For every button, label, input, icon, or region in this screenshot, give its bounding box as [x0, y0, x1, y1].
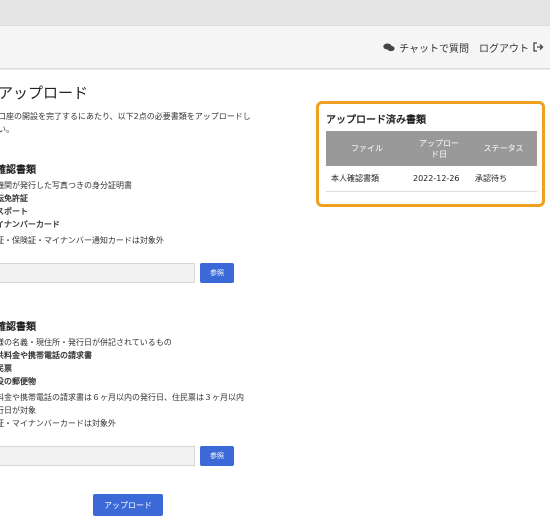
- logout-label: ログアウト: [479, 43, 529, 55]
- list-item: 共料金や携帯電話の請求書: [0, 351, 92, 360]
- section-address-note-2: 行日が対象: [0, 406, 36, 415]
- cell-file: 本人確認書類: [326, 166, 408, 192]
- uploaded-documents-title: アップロード済み書類: [326, 115, 426, 126]
- column-header-file: ファイル: [326, 131, 408, 166]
- column-header-date-line-2: ド日: [431, 149, 447, 159]
- logout-icon: [533, 42, 544, 52]
- table-header-row: ファイル アップロー ド日 ステータス: [326, 131, 537, 166]
- section-address: 確認書類 様の名義・現住所・発行日が併記されているもの 共料金や携帯電話の請求書…: [0, 318, 296, 430]
- list-item: イナンバーカード: [0, 220, 60, 229]
- section-identity: 確認書類 機関が発行した写真つきの身分証明書 転免許証 スポート イナンバーカー…: [0, 161, 296, 247]
- cell-date: 2022-12-26: [408, 166, 470, 192]
- address-file-field[interactable]: [0, 446, 195, 466]
- address-browse-button[interactable]: 参照: [200, 446, 234, 466]
- section-address-title: 確認書類: [0, 322, 36, 333]
- uploaded-documents-panel: アップロード済み書類 ファイル アップロー ド日 ステータス 本人確認書類 20…: [316, 101, 545, 207]
- section-address-desc: 様の名義・現住所・発行日が併記されているもの: [0, 338, 172, 347]
- intro-text: 口座の開設を完了するにあたり、以下2点の必要書類をアップロードし い。: [0, 110, 288, 136]
- main-content: アップロード 口座の開設を完了するにあたり、以下2点の必要書類をアップロードし …: [0, 70, 550, 525]
- uploaded-documents-table: ファイル アップロー ド日 ステータス 本人確認書類 2022-12-26 承認…: [326, 131, 537, 192]
- identity-file-field[interactable]: [0, 263, 195, 283]
- intro-line-1: 口座の開設を完了するにあたり、以下2点の必要書類をアップロードし: [0, 112, 251, 121]
- identity-browse-button[interactable]: 参照: [200, 263, 234, 283]
- list-item: 役の郵便物: [0, 377, 36, 386]
- column-header-date: アップロー ド日: [408, 131, 470, 166]
- section-identity-note: 証・保険証・マイナンバー通知カードは対象外: [0, 236, 164, 245]
- header-links: チャットで質問 ログアウト: [373, 26, 544, 68]
- table-row: 本人確認書類 2022-12-26 承認待ち: [326, 166, 537, 192]
- sub-header: チャットで質問 ログアウト: [0, 25, 550, 69]
- column-header-status: ステータス: [470, 131, 537, 166]
- list-item: 民票: [0, 364, 12, 373]
- chat-label: チャットで質問: [399, 43, 469, 55]
- intro-line-2: い。: [0, 125, 14, 134]
- section-address-note-1: 料金や携帯電話の請求書は６ヶ月以内の発行日、住民票は３ヶ月以内: [0, 393, 244, 402]
- logout-link[interactable]: ログアウト: [479, 40, 544, 55]
- cell-status: 承認待ち: [470, 166, 537, 192]
- page-title: アップロード: [0, 84, 89, 102]
- column-header-date-line-1: アップロー: [419, 138, 459, 148]
- upload-button[interactable]: アップロード: [93, 494, 163, 516]
- list-item: スポート: [0, 207, 28, 216]
- section-identity-title: 確認書類: [0, 165, 36, 176]
- chat-icon: [383, 43, 395, 51]
- list-item: 転免許証: [0, 194, 28, 203]
- section-address-note-3: 証・マイナンバーカードは対象外: [0, 419, 116, 428]
- section-identity-desc: 機関が発行した写真つきの身分証明書: [0, 181, 132, 190]
- chat-link[interactable]: チャットで質問: [383, 40, 469, 55]
- top-bar: [0, 0, 550, 25]
